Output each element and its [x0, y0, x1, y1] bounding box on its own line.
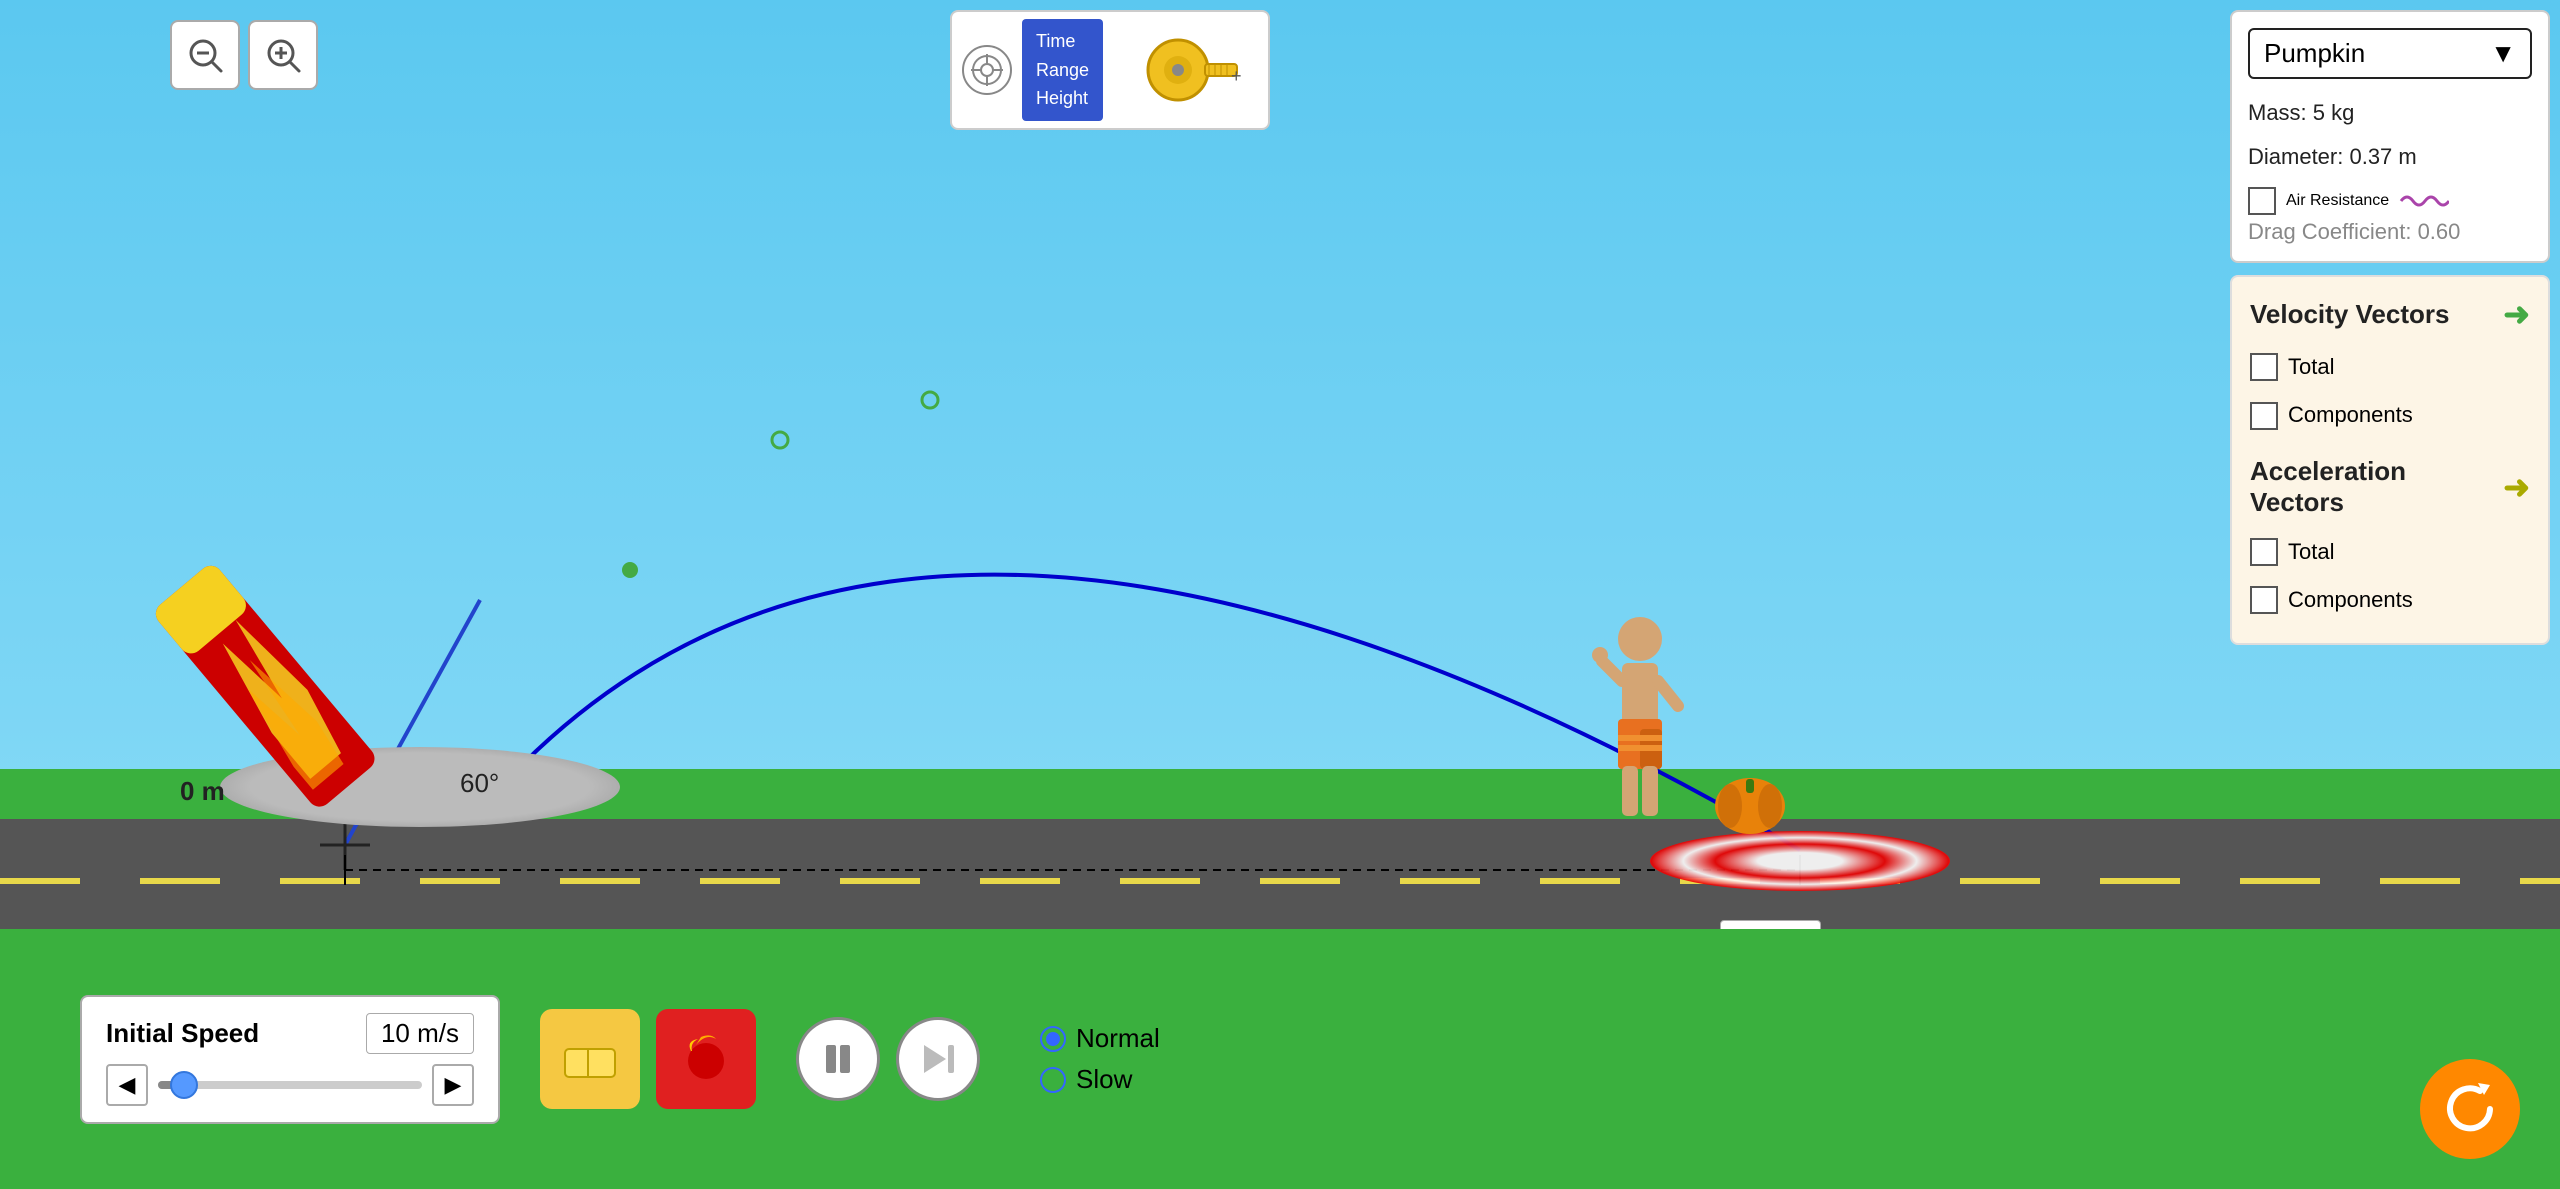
velocity-total-option: Total: [2250, 343, 2530, 391]
speed-slider-thumb[interactable]: [170, 1071, 198, 1099]
velocity-total-checkbox[interactable]: [2250, 353, 2278, 381]
main-container: 0 m 60° 8.8 m: [0, 0, 2560, 1189]
velocity-arrow-icon: ➜: [2503, 295, 2530, 333]
squiggly-icon: [2399, 189, 2449, 213]
pause-button[interactable]: [796, 1017, 880, 1101]
height-row: Height: [1036, 84, 1089, 113]
air-resistance-label: Air Resistance: [2286, 192, 2389, 210]
erase-button[interactable]: [540, 1009, 640, 1109]
slow-speed-option[interactable]: Slow: [1040, 1064, 1160, 1095]
zoom-controls: [170, 20, 318, 90]
drag-coeff-label: Drag Coefficient: 0.60: [2248, 219, 2532, 245]
measurement-table: Time Range Height: [1022, 19, 1103, 121]
zoom-out-button[interactable]: [170, 20, 240, 90]
velocity-components-checkbox[interactable]: [2250, 402, 2278, 430]
normal-label: Normal: [1076, 1023, 1160, 1054]
speed-slider-track[interactable]: [158, 1081, 422, 1089]
angle-label: 60°: [460, 768, 499, 799]
fire-button[interactable]: [656, 1009, 756, 1109]
speed-label-row: Initial Speed 10 m/s: [106, 1013, 474, 1054]
mass-label: Mass: 5 kg: [2248, 91, 2532, 135]
object-name: Pumpkin: [2264, 38, 2365, 69]
measurement-panel: Time Range Height +: [950, 10, 1270, 130]
normal-speed-option[interactable]: Normal: [1040, 1023, 1160, 1054]
measurement-target-icon: [962, 45, 1012, 95]
tape-measure-icon: +: [1123, 30, 1243, 110]
range-row: Range: [1036, 56, 1089, 85]
zoom-in-button[interactable]: [248, 20, 318, 90]
slider-row: ◀ ▶: [106, 1064, 474, 1106]
normal-speed-radio[interactable]: [1040, 1026, 1066, 1052]
acceleration-arrow-icon: ➜: [2503, 468, 2530, 506]
acceleration-total-option: Total: [2250, 528, 2530, 576]
road: [0, 819, 2560, 929]
pumpkin-svg: [1700, 761, 1800, 841]
right-panel: Pumpkin ▼ Mass: 5 kg Diameter: 0.37 m Ai…: [2230, 10, 2550, 645]
velocity-vectors-title: Velocity Vectors ➜: [2250, 295, 2530, 333]
playback-controls: [796, 1017, 980, 1101]
object-selector: Pumpkin ▼ Mass: 5 kg Diameter: 0.37 m Ai…: [2230, 10, 2550, 263]
vectors-panel: Velocity Vectors ➜ Total Components Acce…: [2230, 275, 2550, 645]
target: [1650, 831, 1950, 891]
speed-radio: Normal Slow: [1040, 1023, 1160, 1095]
bottom-controls: Initial Speed 10 m/s ◀ ▶: [0, 929, 2560, 1189]
acceleration-components-checkbox[interactable]: [2250, 586, 2278, 614]
slow-label: Slow: [1076, 1064, 1132, 1095]
refresh-button[interactable]: [2420, 1059, 2520, 1159]
person: [1580, 611, 1700, 831]
acceleration-vectors-title: Acceleration Vectors ➜: [2250, 456, 2530, 518]
speed-value: 10 m/s: [366, 1013, 474, 1054]
speed-increase-button[interactable]: ▶: [432, 1064, 474, 1106]
acceleration-components-option: Components: [2250, 576, 2530, 624]
air-resistance-row: Air Resistance: [2248, 187, 2532, 215]
step-forward-button[interactable]: [896, 1017, 980, 1101]
road-dashes: [0, 878, 2560, 884]
velocity-components-option: Components: [2250, 391, 2530, 439]
slow-speed-radio[interactable]: [1040, 1067, 1066, 1093]
acceleration-total-checkbox[interactable]: [2250, 538, 2278, 566]
zero-label: 0 m: [180, 776, 225, 807]
time-row: Time: [1036, 27, 1089, 56]
action-buttons: [540, 1009, 756, 1109]
svg-text:+: +: [1231, 66, 1242, 86]
diameter-label: Diameter: 0.37 m: [2248, 135, 2532, 179]
object-dropdown[interactable]: Pumpkin ▼: [2248, 28, 2532, 79]
speed-decrease-button[interactable]: ◀: [106, 1064, 148, 1106]
air-resistance-checkbox[interactable]: [2248, 187, 2276, 215]
initial-speed-panel: Initial Speed 10 m/s ◀ ▶: [80, 995, 500, 1124]
dropdown-arrow: ▼: [2490, 38, 2516, 69]
speed-label: Initial Speed: [106, 1018, 259, 1049]
normal-speed-dot: [1046, 1032, 1060, 1046]
